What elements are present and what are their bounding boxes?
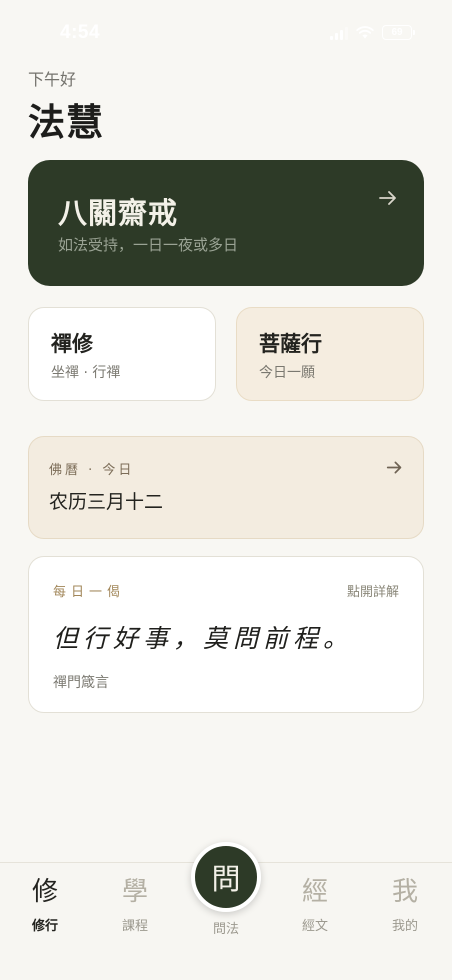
study-icon: 學 xyxy=(121,877,148,907)
verse-text: 但行好事，莫問前程。 xyxy=(53,624,354,653)
status-time: 4:54 xyxy=(60,22,101,43)
tab-label: 修行 xyxy=(31,919,58,934)
sutra-icon: 經 xyxy=(301,877,328,907)
daily-verse-card[interactable]: 每日一偈 點開詳解 但行好事，莫問前程。 禪門箴言 xyxy=(28,556,424,713)
ask-icon[interactable]: 問 xyxy=(191,842,261,912)
practice-icon: 修 xyxy=(31,877,58,907)
eight-precepts-card[interactable]: 八關齋戒 如法受持，一日一夜或多日 xyxy=(28,160,424,286)
wifi-icon xyxy=(356,26,374,39)
hero-subtitle: 如法受持，一日一夜或多日 xyxy=(58,236,239,254)
tab-label: 問法 xyxy=(212,922,239,937)
tab-ask-dharma[interactable]: 問 問法 xyxy=(191,842,261,937)
page-title: 法慧 xyxy=(28,100,104,144)
greeting: 下午好 xyxy=(28,70,77,89)
tab-label: 經文 xyxy=(301,919,328,934)
tab-practice[interactable]: 修 修行 xyxy=(5,875,85,934)
profile-icon: 我 xyxy=(391,877,418,907)
arrow-right-icon xyxy=(379,191,396,205)
buddhist-calendar-card[interactable]: 佛曆 · 今日 农历三月十二 xyxy=(28,436,424,539)
meditation-title: 禪修 xyxy=(51,331,93,356)
calendar-date: 农历三月十二 xyxy=(49,491,164,513)
verse-detail-link[interactable]: 點開詳解 xyxy=(347,581,399,600)
tab-sutras[interactable]: 經 經文 xyxy=(275,875,355,934)
arrow-right-icon xyxy=(386,461,402,474)
meditation-subtitle: 坐禪 · 行禪 xyxy=(51,365,121,381)
calendar-label: 佛曆 · 今日 xyxy=(49,463,135,478)
meditation-card[interactable]: 禪修 坐禪 · 行禪 xyxy=(28,307,216,401)
tab-label: 我的 xyxy=(391,919,418,934)
battery-icon: 69 xyxy=(382,25,415,40)
verse-label: 每日一偈 xyxy=(53,585,126,600)
tab-courses[interactable]: 學 課程 xyxy=(95,875,175,934)
battery-level: 69 xyxy=(391,27,403,38)
bodhisattva-title: 菩薩行 xyxy=(259,331,322,356)
status-icons: 69 xyxy=(330,25,415,40)
tab-profile[interactable]: 我 我的 xyxy=(365,875,445,934)
hero-title: 八關齋戒 xyxy=(58,196,179,230)
status-bar: 4:54 69 xyxy=(0,0,452,64)
bodhisattva-subtitle: 今日一願 xyxy=(259,365,315,381)
cellular-signal-icon xyxy=(330,26,348,40)
verse-source: 禪門箴言 xyxy=(53,675,109,691)
tab-label: 課程 xyxy=(121,919,148,934)
bodhisattva-card[interactable]: 菩薩行 今日一願 xyxy=(236,307,424,401)
